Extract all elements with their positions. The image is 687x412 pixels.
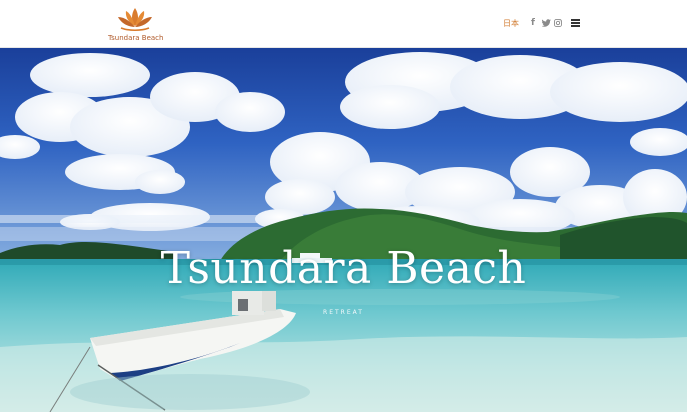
hamburger-menu-icon[interactable]: [571, 19, 580, 27]
logo[interactable]: Tsundara Beach: [108, 5, 164, 43]
site-header: Tsundara Beach 日本 f: [0, 0, 687, 48]
page: Tsundara Beach 日本 f Tsundara Beach RETRE…: [0, 0, 687, 412]
facebook-icon[interactable]: f: [528, 16, 538, 30]
lotus-logo-icon: [118, 8, 152, 32]
hero-banner: Tsundara Beach RETREAT: [0, 47, 687, 412]
instagram-camera-glyph: [553, 19, 562, 27]
language-switch-link[interactable]: 日本: [503, 18, 519, 29]
hero-title: Tsundara Beach: [160, 243, 527, 294]
beach-photo: [0, 47, 687, 412]
logo-text: Tsundara Beach: [108, 34, 164, 42]
hero-subtitle: RETREAT: [323, 309, 364, 316]
twitter-icon[interactable]: [540, 16, 552, 30]
twitter-bird-glyph: [541, 19, 551, 27]
instagram-icon[interactable]: [552, 16, 563, 30]
